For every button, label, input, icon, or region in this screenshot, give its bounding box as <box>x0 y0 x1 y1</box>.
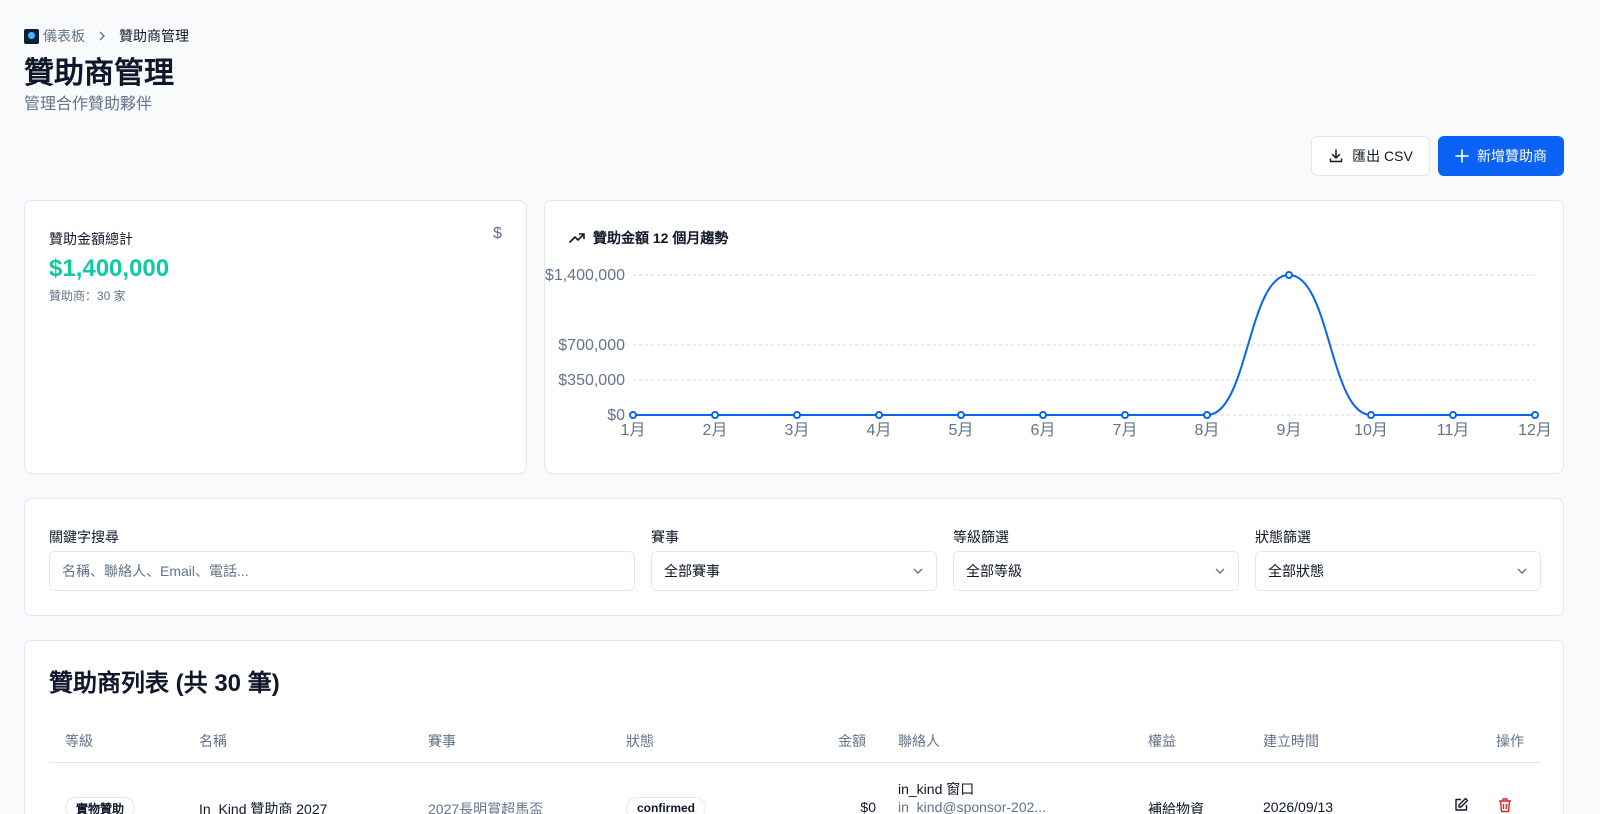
plus-icon <box>1455 149 1469 163</box>
trend-chart-card: 贊助金額 12 個月趨勢 $0 $350,000 $700,000 $1,400,00… <box>544 200 1564 474</box>
page-title: 贊助商管理 <box>24 57 174 90</box>
data-point <box>1039 411 1047 419</box>
trend-line-chart: $0$350,000$700,000$1,400,0001月 2月 3月 4月 5月 6月… <box>545 267 1552 439</box>
app-logo <box>24 28 39 44</box>
chevron-down-icon <box>913 568 923 574</box>
column-header-benefits[interactable]: 權益 <box>1148 731 1176 751</box>
x-tick-label: 2月 <box>703 422 728 439</box>
tier-filter-value: 全部等級 <box>966 563 1022 579</box>
sponsor-total-card: 贊助金額總計 $ $1,400,000 贊助商：30 家 <box>24 200 527 474</box>
x-tick-label: 10月 <box>1354 422 1388 439</box>
chevron-down-icon <box>1215 568 1225 574</box>
data-point <box>711 411 719 419</box>
contact-email: in_kind@sponsor-202... <box>898 799 1047 814</box>
add-sponsor-label: 新增贊助商 <box>1477 148 1547 164</box>
tier-badge: 實物贊助 <box>65 797 136 814</box>
download-icon <box>1329 149 1343 163</box>
status-badge: confirmed <box>626 797 707 814</box>
column-header-created[interactable]: 建立時間 <box>1263 731 1319 751</box>
stat-sponsor-count: 贊助商：30 家 <box>49 289 126 303</box>
tier-filter-select[interactable]: 全部等級 <box>953 551 1239 591</box>
tier-filter-label: 等級篩選 <box>953 529 1009 545</box>
data-point <box>1531 411 1539 419</box>
chevron-right-icon <box>97 28 107 44</box>
table-title: 贊助商列表 (共 30 筆) <box>49 670 280 697</box>
status-filter-label: 狀態篩選 <box>1255 529 1311 545</box>
table-header-divider <box>49 762 1541 763</box>
breadcrumb-home-link[interactable]: 儀表板 <box>43 26 85 46</box>
edit-icon[interactable] <box>1453 797 1469 813</box>
column-header-event[interactable]: 賽事 <box>428 731 456 751</box>
y-tick-label: $700,000 <box>558 337 625 354</box>
dollar-icon: $ <box>493 225 502 242</box>
sponsor-benefits: 補給物資 <box>1148 801 1204 814</box>
chevron-down-icon <box>1517 568 1527 574</box>
event-filter-label: 賽事 <box>651 529 679 545</box>
data-point <box>957 411 965 419</box>
trash-icon[interactable] <box>1497 797 1513 813</box>
export-csv-button[interactable]: 匯出 CSV <box>1311 136 1430 176</box>
y-tick-label: $350,000 <box>558 372 625 389</box>
x-tick-label: 7月 <box>1113 422 1138 439</box>
x-tick-label: 4月 <box>867 422 892 439</box>
stat-total-value: $1,400,000 <box>49 255 170 282</box>
data-point <box>1367 411 1375 419</box>
data-point <box>875 411 883 419</box>
data-point <box>1285 271 1293 279</box>
data-point <box>629 411 637 419</box>
breadcrumb-current: 贊助商管理 <box>119 28 189 44</box>
export-csv-label: 匯出 CSV <box>1352 148 1413 164</box>
column-header-actions: 操作 <box>1496 733 1524 749</box>
breadcrumb: 儀表板 贊助商管理 <box>24 26 189 46</box>
column-header-contact[interactable]: 聯絡人 <box>898 731 940 751</box>
data-point <box>1449 411 1457 419</box>
status-filter-select[interactable]: 全部狀態 <box>1255 551 1541 591</box>
x-tick-label: 11月 <box>1437 422 1470 439</box>
add-sponsor-button[interactable]: 新增贊助商 <box>1438 136 1564 176</box>
contact-name: in_kind 窗口 <box>898 781 975 797</box>
data-point <box>1121 411 1129 419</box>
y-tick-label: $1,400,000 <box>545 267 625 284</box>
sponsor-amount: $0 <box>860 799 876 814</box>
keyword-label: 關鍵字搜尋 <box>49 529 119 545</box>
x-tick-label: 5月 <box>949 422 974 439</box>
data-point <box>1203 411 1211 419</box>
x-tick-label: 1月 <box>621 422 646 439</box>
x-tick-label: 8月 <box>1195 422 1220 439</box>
column-header-status[interactable]: 狀態 <box>626 731 654 751</box>
sponsor-created: 2026/09/13 <box>1263 799 1334 814</box>
column-header-tier[interactable]: 等級 <box>65 731 93 751</box>
x-tick-label: 6月 <box>1031 422 1056 439</box>
stat-label: 贊助金額總計 <box>49 231 133 247</box>
event-filter-value: 全部賽事 <box>664 563 720 579</box>
filter-panel: 關鍵字搜尋 賽事 全部賽事 等級篩選 全部等級 狀態篩選 全部狀態 <box>24 498 1564 616</box>
status-filter-value: 全部狀態 <box>1268 563 1324 579</box>
sponsor-event: 2027長明賞超馬盃 <box>428 801 544 814</box>
x-tick-label: 3月 <box>785 422 810 439</box>
event-filter-select[interactable]: 全部賽事 <box>651 551 937 591</box>
sponsor-table-card: 贊助商列表 (共 30 筆) 等級 名稱 賽事 狀態 金額 聯絡人 權益 建立時… <box>24 640 1564 814</box>
data-point <box>793 411 801 419</box>
keyword-search-input[interactable] <box>49 551 635 591</box>
column-header-amount[interactable]: 金額 <box>838 731 866 751</box>
column-header-name[interactable]: 名稱 <box>199 731 227 751</box>
page-subtitle: 管理合作贊助夥伴 <box>24 96 153 113</box>
x-tick-label: 9月 <box>1277 422 1302 439</box>
sponsor-name[interactable]: In_Kind 贊助商 2027 <box>199 799 327 814</box>
x-tick-label: 12月 <box>1518 422 1552 439</box>
